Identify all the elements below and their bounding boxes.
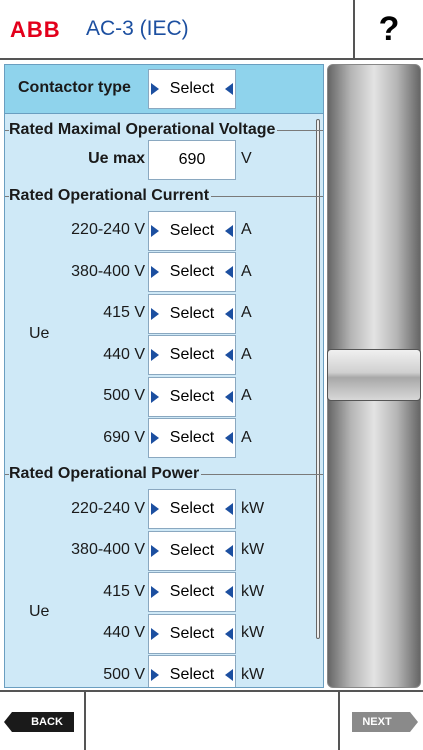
arrow-right-icon: [151, 545, 159, 557]
current-select[interactable]: Select: [148, 377, 236, 417]
arrow-right-icon: [151, 225, 159, 237]
current-unit: A: [241, 387, 252, 404]
current-voltage-label: 440 V: [103, 346, 145, 363]
arrow-right-icon: [151, 349, 159, 361]
power-unit: kW: [241, 541, 265, 558]
contactor-type-row: Contactor type Select: [5, 65, 323, 114]
current-select-value: Select: [169, 263, 215, 280]
arrow-left-icon: [225, 669, 233, 681]
current-voltage-label: 415 V: [103, 304, 145, 321]
header-bar: ABB AC-3 (IEC) ?: [0, 0, 423, 60]
arrow-left-icon: [225, 545, 233, 557]
arrow-left-icon: [225, 266, 233, 278]
ue-max-label: Ue max: [88, 150, 145, 167]
arrow-left-icon: [225, 628, 233, 640]
scroll-slider-track[interactable]: [327, 64, 421, 688]
power-select[interactable]: Select: [148, 655, 236, 687]
vertical-scrollbar[interactable]: [316, 119, 320, 639]
arrow-left-icon: [225, 391, 233, 403]
power-select-value: Select: [169, 583, 215, 600]
current-unit: A: [241, 304, 252, 321]
arrow-right-icon: [151, 391, 159, 403]
help-button[interactable]: ?: [353, 0, 423, 58]
scroll-slider-handle[interactable]: [327, 349, 421, 401]
contactor-type-value: Select: [169, 80, 215, 97]
current-unit: A: [241, 263, 252, 280]
current-select-value: Select: [169, 222, 215, 239]
arrow-right-icon: [151, 503, 159, 515]
current-voltage-label: 380-400 V: [71, 263, 145, 280]
current-unit: A: [241, 429, 252, 446]
arrow-right-icon: [151, 669, 159, 681]
power-select-value: Select: [169, 625, 215, 642]
back-button-label: BACK: [31, 716, 63, 728]
section-title-current: Rated Operational Current: [9, 187, 212, 205]
power-voltage-label: 440 V: [103, 624, 145, 641]
section-title-power: Rated Operational Power: [9, 465, 202, 483]
current-unit: A: [241, 221, 252, 238]
current-select[interactable]: Select: [148, 418, 236, 458]
arrow-left-icon: [225, 586, 233, 598]
current-voltage-label: 500 V: [103, 387, 145, 404]
current-select-value: Select: [169, 305, 215, 322]
power-select-value: Select: [169, 500, 215, 517]
power-voltage-label: 415 V: [103, 583, 145, 600]
current-voltage-label: 690 V: [103, 429, 145, 446]
next-button-label: NEXT: [362, 716, 392, 728]
footer-bar: BACK NEXT: [0, 690, 423, 750]
power-select[interactable]: Select: [148, 614, 236, 654]
current-select-value: Select: [169, 429, 215, 446]
arrow-right-icon: [151, 432, 159, 444]
arrow-right-icon: [151, 308, 159, 320]
parameters-panel: Contactor type Select Rated Maximal Oper…: [4, 64, 324, 688]
next-arrow-icon: [410, 712, 418, 732]
current-select[interactable]: Select: [148, 294, 236, 334]
power-unit: kW: [241, 624, 265, 641]
power-unit: kW: [241, 666, 265, 683]
back-button[interactable]: BACK: [4, 712, 74, 732]
power-voltage-label: 220-240 V: [71, 500, 145, 517]
arrow-left-icon: [225, 225, 233, 237]
current-ue-label: Ue: [29, 325, 50, 342]
back-arrow-icon: [4, 712, 12, 732]
page-title: AC-3 (IEC): [86, 17, 189, 40]
current-select[interactable]: Select: [148, 211, 236, 251]
power-select-value: Select: [169, 666, 215, 683]
abb-logo: ABB: [10, 17, 61, 42]
power-select-value: Select: [169, 542, 215, 559]
arrow-right-icon: [151, 628, 159, 640]
arrow-left-icon: [225, 432, 233, 444]
power-select[interactable]: Select: [148, 531, 236, 571]
ue-max-input[interactable]: 690: [148, 140, 236, 180]
arrow-right-icon: [151, 83, 159, 95]
current-select-value: Select: [169, 346, 215, 363]
footer-divider: [338, 692, 340, 750]
power-voltage-label: 500 V: [103, 666, 145, 683]
arrow-left-icon: [225, 349, 233, 361]
power-unit: kW: [241, 500, 265, 517]
power-unit: kW: [241, 583, 265, 600]
current-select[interactable]: Select: [148, 252, 236, 292]
section-title-voltage: Rated Maximal Operational Voltage: [9, 121, 278, 139]
current-voltage-label: 220-240 V: [71, 221, 145, 238]
arrow-left-icon: [225, 503, 233, 515]
current-select[interactable]: Select: [148, 335, 236, 375]
arrow-right-icon: [151, 266, 159, 278]
current-unit: A: [241, 346, 252, 363]
contactor-type-label: Contactor type: [18, 79, 131, 96]
contactor-type-select[interactable]: Select: [148, 69, 236, 109]
arrow-right-icon: [151, 586, 159, 598]
power-select[interactable]: Select: [148, 572, 236, 612]
arrow-left-icon: [225, 83, 233, 95]
current-select-value: Select: [169, 388, 215, 405]
next-button[interactable]: NEXT: [352, 712, 418, 732]
power-select[interactable]: Select: [148, 489, 236, 529]
ue-max-unit: V: [241, 150, 252, 167]
arrow-left-icon: [225, 308, 233, 320]
footer-divider: [84, 692, 86, 750]
power-ue-label: Ue: [29, 603, 50, 620]
power-voltage-label: 380-400 V: [71, 541, 145, 558]
